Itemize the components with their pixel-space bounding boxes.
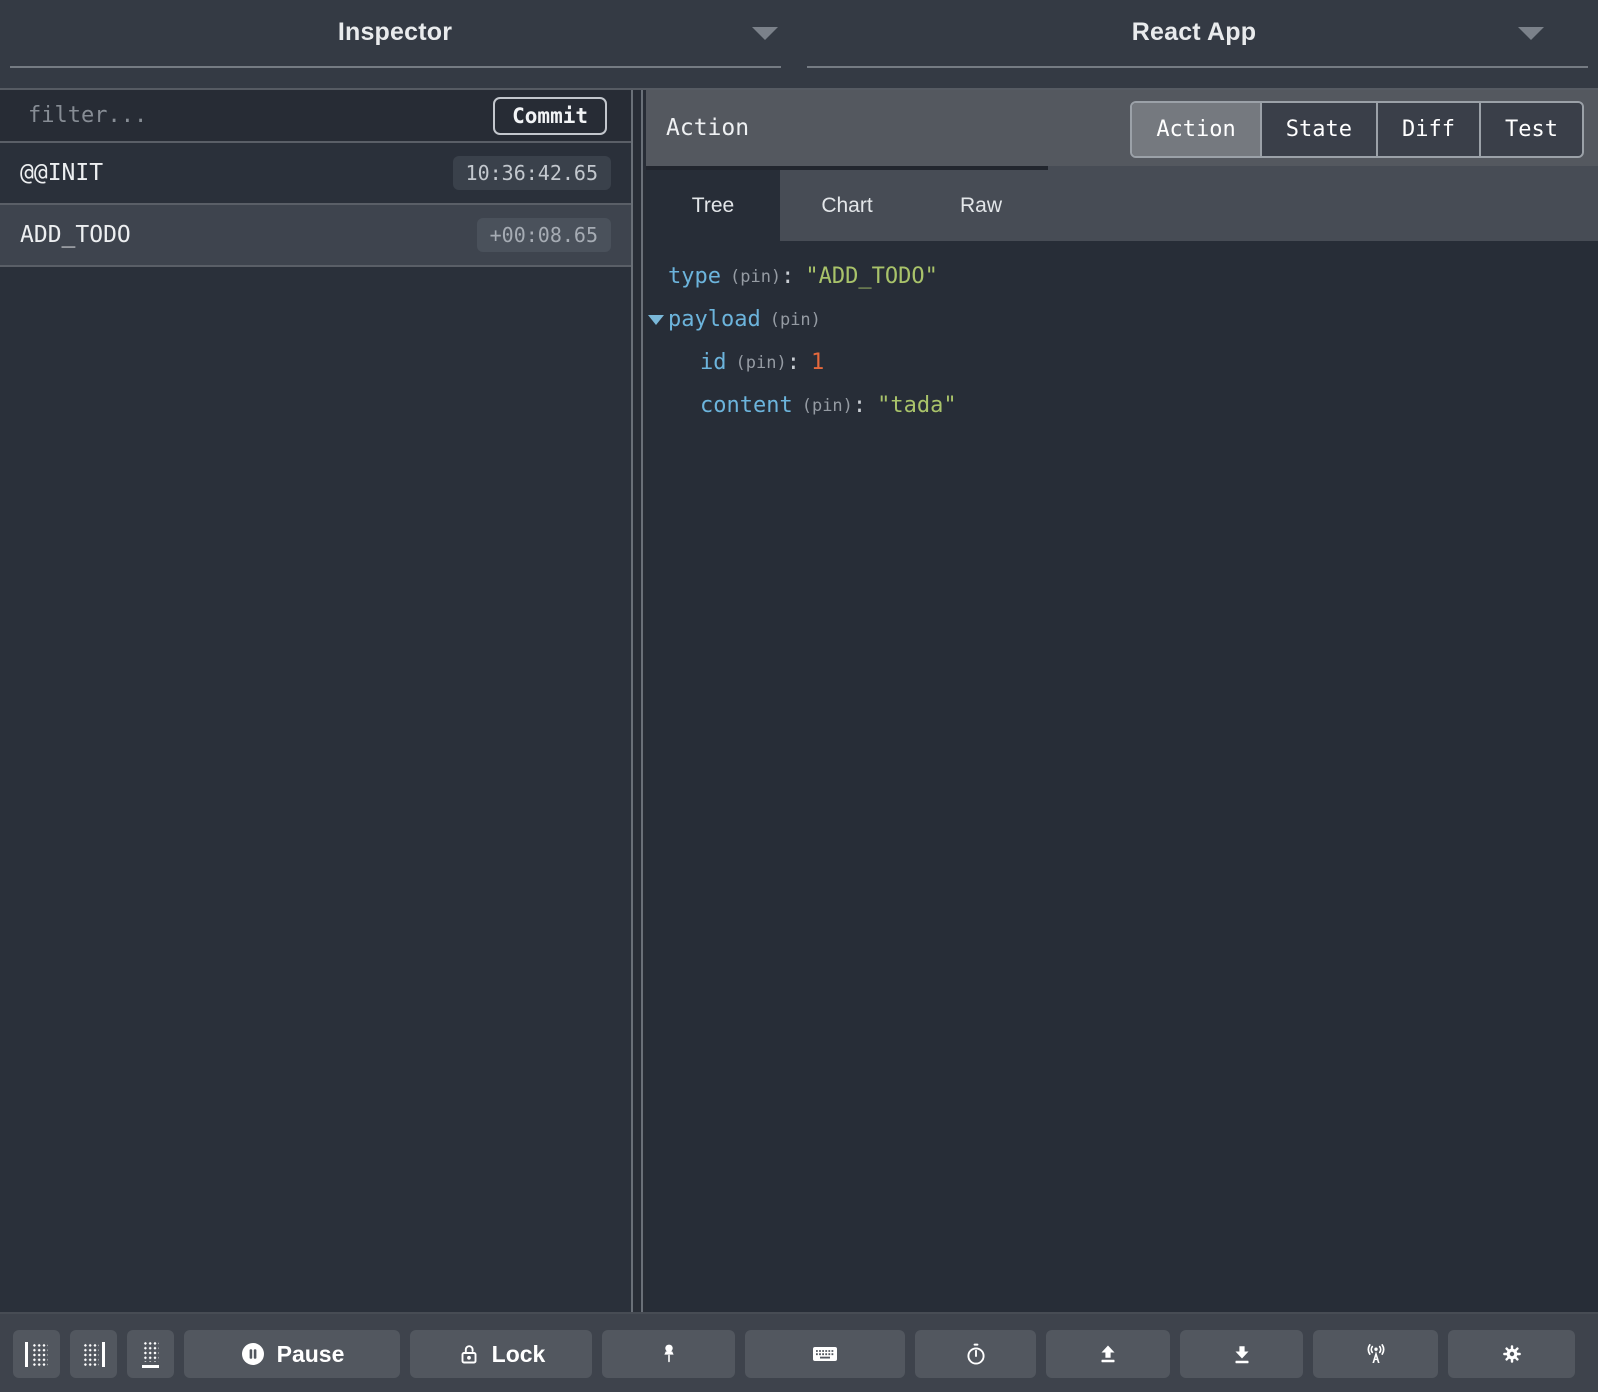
view-mode-tab-list: Tree Chart Raw <box>646 166 1048 241</box>
pause-icon <box>240 1341 266 1367</box>
tree-row-id[interactable]: id (pin):1 <box>646 341 1598 384</box>
pause-button[interactable]: Pause <box>184 1330 400 1378</box>
tree-key: payload <box>668 307 761 332</box>
monitor-dropdown-label: Inspector <box>338 18 452 47</box>
chevron-down-icon <box>752 27 778 40</box>
dock-to-bottom-button[interactable] <box>127 1330 174 1378</box>
action-list-panel: Commit @@INIT 10:36:42.65 ADD_TODO +00:0… <box>0 90 631 1312</box>
tab-test[interactable]: Test <box>1479 103 1582 156</box>
upload-button[interactable] <box>1046 1330 1170 1378</box>
settings-button[interactable] <box>1448 1330 1575 1378</box>
subtab-chart[interactable]: Chart <box>780 170 914 241</box>
action-name: @@INIT <box>20 160 103 186</box>
pin-icon <box>657 1342 681 1366</box>
inspector-detail-panel: Action Action State Diff Test Tree Chart… <box>646 90 1598 1312</box>
commit-button[interactable]: Commit <box>493 97 607 135</box>
tree-value: 1 <box>811 350 824 375</box>
lock-button[interactable]: Lock <box>410 1330 592 1378</box>
collapse-arrow-icon[interactable] <box>648 315 664 325</box>
broadcast-button[interactable] <box>1313 1330 1438 1378</box>
monitor-dropdown[interactable]: Inspector <box>0 0 790 88</box>
subtab-filler <box>1048 166 1598 241</box>
stopwatch-icon <box>964 1342 988 1366</box>
pin-label[interactable]: (pin) <box>802 396 853 416</box>
tree-value: "tada" <box>877 393 956 418</box>
action-list-item-selected[interactable]: ADD_TODO +00:08.65 <box>0 205 631 267</box>
download-button[interactable] <box>1180 1330 1303 1378</box>
detail-header: Action Action State Diff Test <box>646 90 1598 166</box>
tree-row-type[interactable]: type (pin): "ADD_TODO" <box>646 255 1598 298</box>
tree-row-content[interactable]: content (pin): "tada" <box>646 384 1598 427</box>
tab-diff[interactable]: Diff <box>1376 103 1479 156</box>
action-name: ADD_TODO <box>20 222 131 248</box>
view-mode-tabs: Tree Chart Raw <box>646 166 1598 241</box>
pin-label[interactable]: (pin) <box>736 353 787 373</box>
tree-key: content <box>700 393 793 418</box>
pin-button[interactable] <box>602 1330 735 1378</box>
subtab-raw[interactable]: Raw <box>914 170 1048 241</box>
dropdown-underline <box>10 66 781 68</box>
pin-label[interactable]: (pin) <box>770 310 821 330</box>
stopwatch-button[interactable] <box>915 1330 1036 1378</box>
tab-action[interactable]: Action <box>1132 103 1259 156</box>
bottom-toolbar: Pause Lock <box>0 1312 1598 1392</box>
action-list-item[interactable]: @@INIT 10:36:42.65 <box>0 143 631 205</box>
download-icon <box>1230 1342 1254 1366</box>
settings-gear-icon <box>1500 1342 1524 1366</box>
lock-icon <box>457 1342 481 1366</box>
dock-to-left-icon <box>25 1342 48 1367</box>
dock-to-right-button[interactable] <box>70 1330 117 1378</box>
action-list-empty-space <box>0 267 631 1312</box>
detail-tab-group: Action State Diff Test <box>1130 101 1584 158</box>
chevron-down-icon <box>1518 27 1544 40</box>
tree-key: id <box>700 350 727 375</box>
pin-label[interactable]: (pin) <box>730 267 781 287</box>
filter-row: Commit <box>0 90 631 143</box>
main-area: Commit @@INIT 10:36:42.65 ADD_TODO +00:0… <box>0 88 1598 1312</box>
colon: : <box>781 264 794 289</box>
action-timestamp-badge: +00:08.65 <box>477 218 611 252</box>
filter-input[interactable] <box>0 90 493 141</box>
detail-header-title: Action <box>646 115 749 141</box>
dock-to-left-button[interactable] <box>13 1330 60 1378</box>
tree-row-payload[interactable]: payload (pin) <box>646 298 1598 341</box>
keyboard-icon <box>812 1344 838 1364</box>
action-timestamp-badge: 10:36:42.65 <box>453 156 611 190</box>
redux-devtools-window: Inspector React App Commit @@INIT 10:36:… <box>0 0 1598 1392</box>
dock-to-right-icon <box>82 1342 105 1367</box>
keyboard-button[interactable] <box>745 1330 905 1378</box>
colon: : <box>787 350 800 375</box>
broadcast-antenna-icon <box>1363 1342 1389 1366</box>
instance-dropdown-label: React App <box>1132 18 1257 47</box>
json-tree-view: type (pin): "ADD_TODO" payload (pin) id (pin… <box>646 241 1598 1312</box>
tab-state[interactable]: State <box>1260 103 1376 156</box>
instance-dropdown[interactable]: React App <box>790 0 1598 88</box>
upload-icon <box>1096 1342 1120 1366</box>
tree-key: type <box>668 264 721 289</box>
panel-resize-handle[interactable] <box>631 90 646 1312</box>
lock-button-label: Lock <box>492 1341 546 1368</box>
tree-value: "ADD_TODO" <box>805 264 937 289</box>
subtab-tree[interactable]: Tree <box>646 170 780 241</box>
dock-to-bottom-icon <box>142 1340 159 1368</box>
top-bar: Inspector React App <box>0 0 1598 88</box>
colon: : <box>853 393 866 418</box>
pause-button-label: Pause <box>277 1341 345 1368</box>
dropdown-underline <box>807 66 1588 68</box>
